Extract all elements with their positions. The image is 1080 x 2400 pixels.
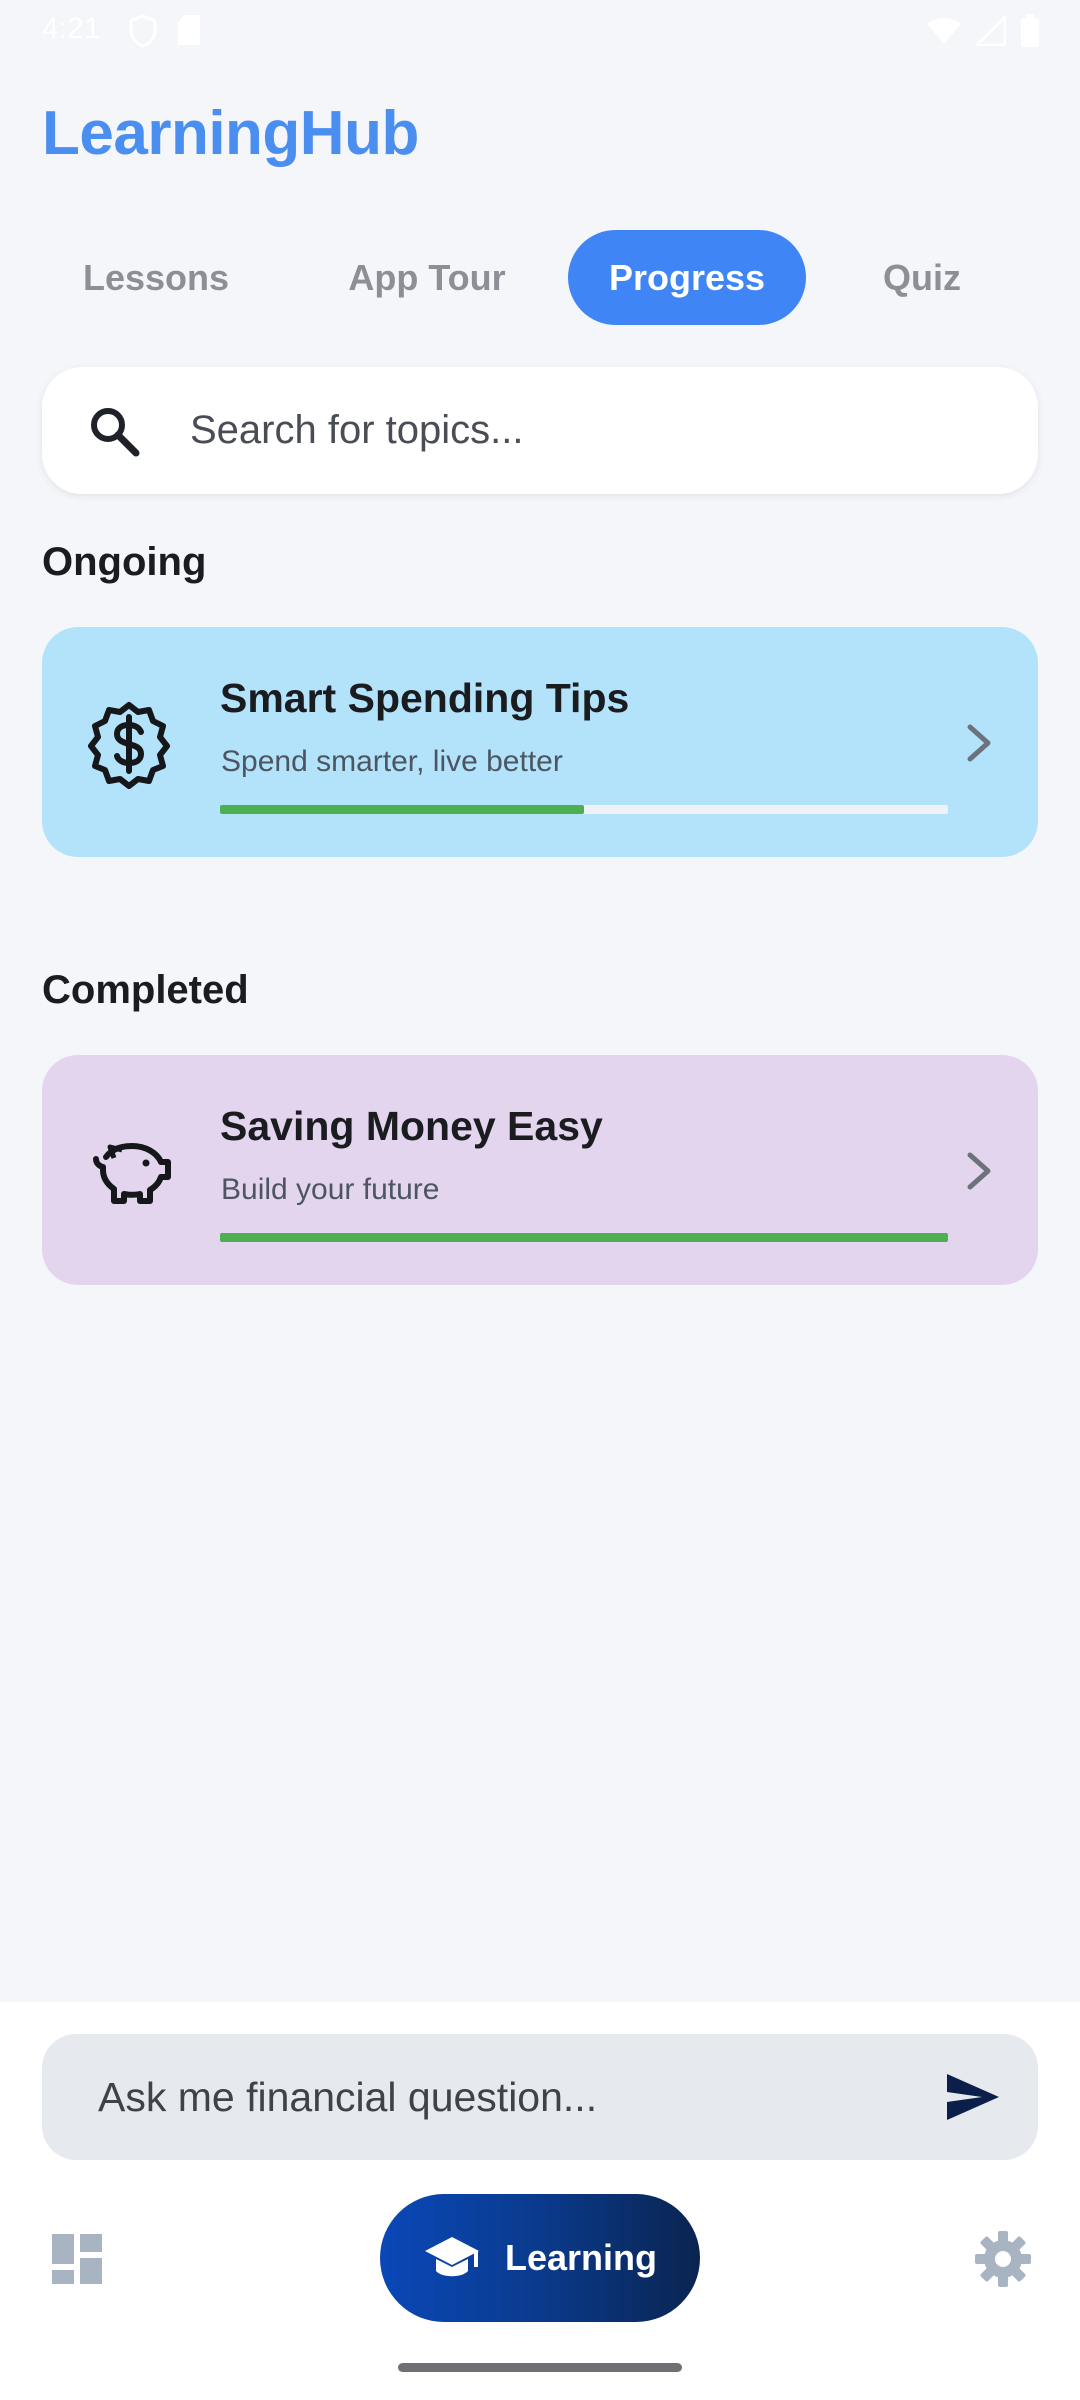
graduation-cap-icon (424, 2237, 479, 2277)
bottom-panel: Learning (0, 2002, 1080, 2400)
course-subtitle: Spend smarter, live better (221, 745, 563, 778)
battery-icon (1021, 14, 1039, 47)
progress-track (220, 805, 948, 814)
tab-progress[interactable]: Progress (568, 230, 806, 325)
app-title: LearningHub (42, 99, 419, 168)
search-input[interactable] (188, 367, 1008, 494)
tab-label: Progress (608, 256, 766, 298)
cell-signal-icon (976, 16, 1006, 46)
chevron-right-icon (967, 1152, 991, 1190)
chevron-right-icon (967, 724, 991, 762)
sd-card-icon (178, 15, 200, 45)
tab-label: Quiz (883, 256, 961, 298)
dollar-badge-icon (88, 702, 170, 789)
course-title: Saving Money Easy (220, 1103, 603, 1149)
nav-learning-button[interactable]: Learning (380, 2194, 700, 2322)
piggy-bank-icon (93, 1143, 171, 1204)
shield-icon (129, 14, 157, 48)
wifi-icon (927, 18, 961, 44)
section-title-completed: Completed (42, 968, 249, 1012)
progress-track (220, 1233, 948, 1242)
status-bar: 4:21 (0, 0, 1080, 62)
tab-app-tour[interactable]: App Tour (300, 230, 554, 325)
tab-label: App Tour (348, 256, 506, 298)
progress-fill (220, 1233, 948, 1242)
tab-lessons[interactable]: Lessons (42, 230, 270, 325)
ask-bar[interactable] (42, 2034, 1038, 2160)
nav-learning-label: Learning (504, 2237, 657, 2278)
tab-label: Lessons (82, 256, 230, 298)
search-bar[interactable] (42, 367, 1038, 494)
send-icon[interactable] (944, 2070, 1002, 2124)
tab-quiz[interactable]: Quiz (832, 230, 1012, 325)
section-title-ongoing: Ongoing (42, 540, 207, 584)
dashboard-icon[interactable] (50, 2232, 104, 2286)
progress-fill (220, 805, 584, 814)
tab-bar: Lessons App Tour Progress Quiz (42, 230, 1042, 325)
search-icon (91, 408, 140, 457)
gear-icon[interactable] (974, 2230, 1032, 2288)
course-subtitle: Build your future (221, 1173, 440, 1206)
course-title: Smart Spending Tips (220, 675, 630, 721)
status-time: 4:21 (42, 12, 101, 45)
course-card-smart-spending[interactable]: Smart Spending Tips Spend smarter, live … (42, 627, 1038, 857)
ask-input[interactable] (96, 2034, 916, 2160)
home-indicator (398, 2363, 682, 2372)
course-card-saving-money[interactable]: Saving Money Easy Build your future (42, 1055, 1038, 1285)
